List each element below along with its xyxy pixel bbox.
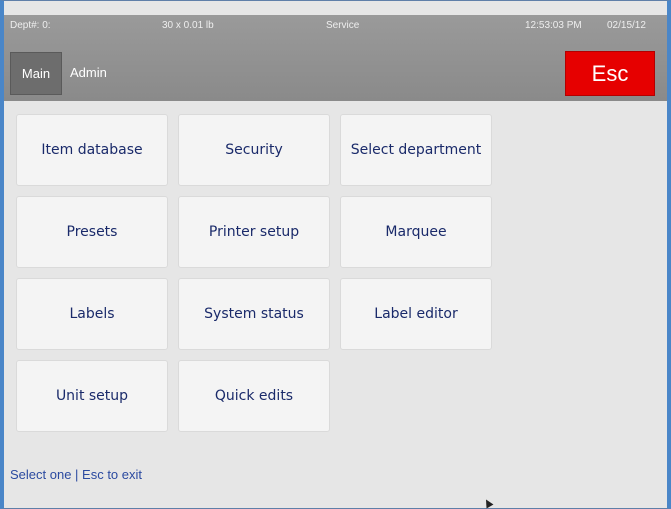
- time-readout: 12:53:03 PM: [525, 20, 582, 31]
- app-window: Dept#: 0: 30 x 0.01 lb Service 12:53:03 …: [0, 0, 671, 509]
- date-readout: 02/15/12: [607, 20, 646, 31]
- system-status-button[interactable]: System status: [178, 278, 330, 350]
- tab-admin[interactable]: Admin: [70, 65, 107, 80]
- mouse-cursor-icon: [482, 497, 494, 509]
- status-hint: Select one | Esc to exit: [10, 467, 142, 482]
- select-department-button[interactable]: Select department: [340, 114, 492, 186]
- security-button[interactable]: Security: [178, 114, 330, 186]
- breadcrumb: Main Admin Esc: [4, 45, 667, 96]
- header-bar: Dept#: 0: 30 x 0.01 lb Service 12:53:03 …: [4, 15, 667, 101]
- dept-readout: Dept#: 0:: [10, 20, 51, 31]
- tab-main[interactable]: Main: [10, 52, 62, 95]
- mode-readout: Service: [326, 20, 360, 31]
- unit-setup-button[interactable]: Unit setup: [16, 360, 168, 432]
- marquee-button[interactable]: Marquee: [340, 196, 492, 268]
- status-strip: Dept#: 0: 30 x 0.01 lb Service 12:53:03 …: [4, 15, 667, 37]
- weight-readout: 30 x 0.01 lb: [162, 20, 214, 31]
- labels-button[interactable]: Labels: [16, 278, 168, 350]
- esc-button[interactable]: Esc: [565, 51, 655, 96]
- label-editor-button[interactable]: Label editor: [340, 278, 492, 350]
- item-database-button[interactable]: Item database: [16, 114, 168, 186]
- printer-setup-button[interactable]: Printer setup: [178, 196, 330, 268]
- quick-edits-button[interactable]: Quick edits: [178, 360, 330, 432]
- presets-button[interactable]: Presets: [16, 196, 168, 268]
